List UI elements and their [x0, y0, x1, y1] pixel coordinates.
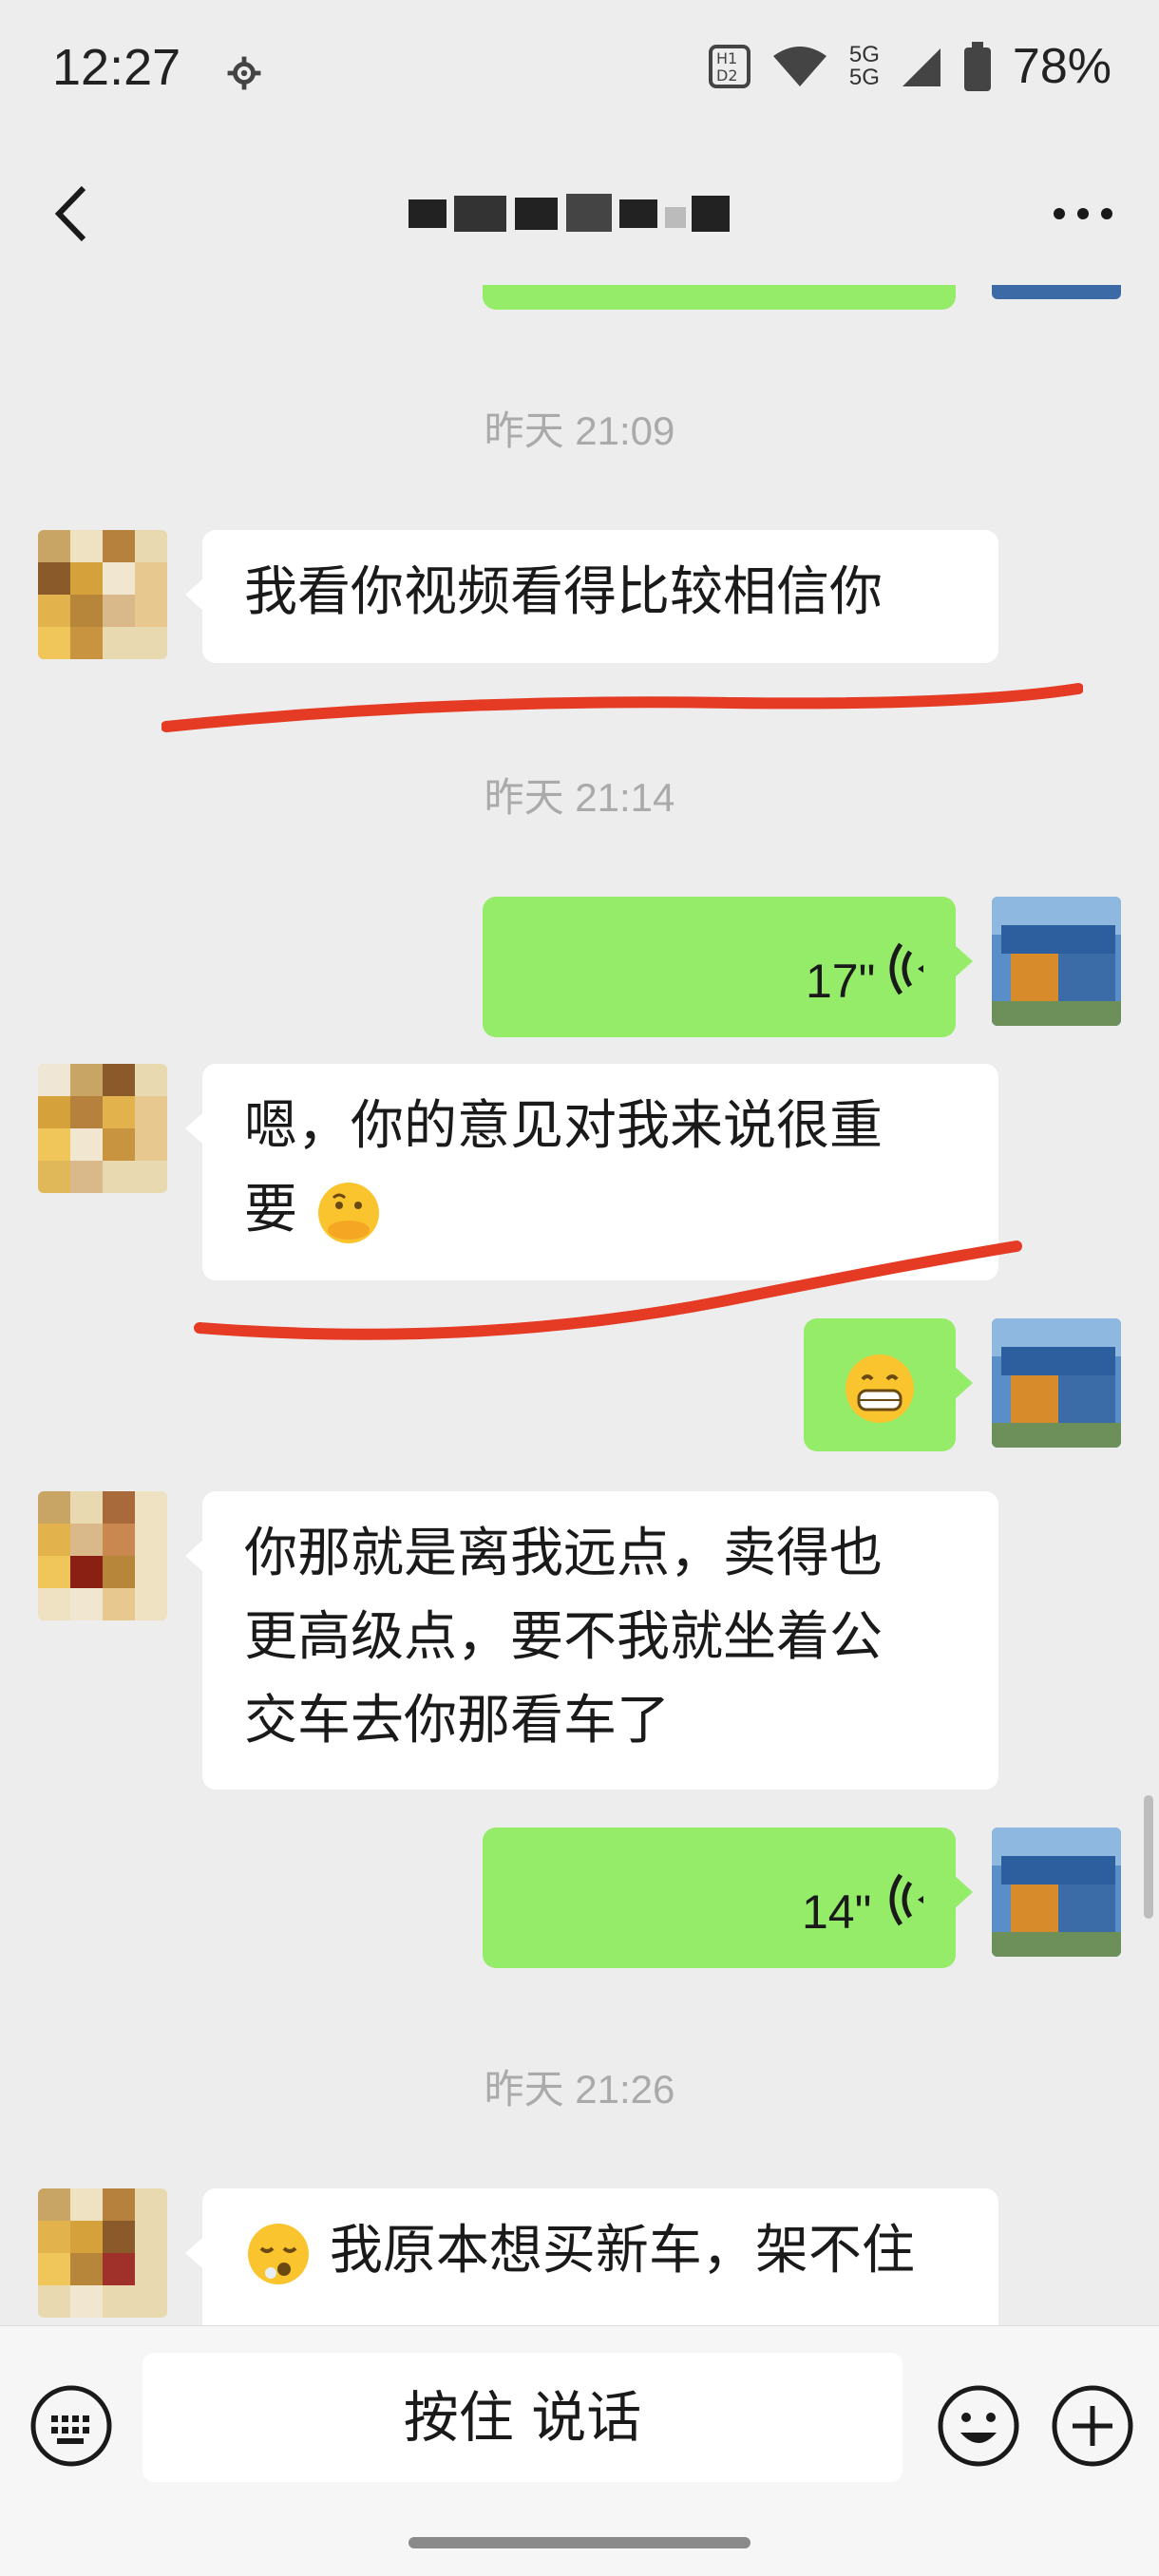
voice-wave-icon — [889, 942, 923, 995]
annotation-underline — [162, 683, 1083, 732]
voice-message-bubble[interactable]: 17" — [483, 897, 973, 1037]
svg-text:D2: D2 — [716, 66, 738, 85]
message-bubble-other[interactable]: 我原本想买新车，架不住 — [185, 2188, 998, 2325]
gear-icon — [227, 56, 261, 90]
avatar-self[interactable] — [992, 1318, 1121, 1448]
plus-icon[interactable] — [1050, 2383, 1135, 2469]
chevron-left-icon[interactable] — [48, 180, 95, 247]
more-dots-icon[interactable] — [1050, 199, 1116, 228]
voice-wave-icon — [889, 1873, 923, 1926]
status-time: 12:27 — [52, 39, 181, 96]
timestamp: 昨天 21:14 — [484, 775, 675, 820]
message-bubble-self[interactable] — [804, 1318, 973, 1451]
grinning-face-emoji-icon — [846, 1354, 914, 1423]
status-icons: H1 D2 5G 5G 78% — [708, 38, 1112, 95]
emoji-icon[interactable] — [936, 2383, 1021, 2469]
avatar-other[interactable] — [38, 2188, 167, 2318]
timestamp: 昨天 21:26 — [484, 2067, 675, 2112]
timestamp: 昨天 21:09 — [484, 408, 675, 453]
avatar-other[interactable] — [38, 530, 167, 659]
keyboard-icon[interactable] — [28, 2383, 114, 2469]
input-bar: 按住 说话 — [0, 2325, 1159, 2576]
battery-icon — [963, 42, 991, 91]
message-bubble-other[interactable]: 你那就是离我远点，卖得也 更高级点，要不我就坐着公 交车去你那看车了 — [185, 1491, 998, 1790]
title-obscured — [408, 194, 730, 232]
avatar-self[interactable] — [992, 897, 1121, 1026]
battery-percent: 78% — [1012, 39, 1112, 94]
voice-message-bubble[interactable]: 14" — [483, 1828, 973, 1968]
message-bubble-other[interactable]: 我看你视频看得比较相信你 — [185, 530, 998, 663]
avatar-self[interactable] — [992, 285, 1121, 299]
hd-icon: H1 D2 — [708, 45, 750, 88]
svg-text:H1: H1 — [716, 49, 737, 67]
network-label: 5G 5G — [848, 42, 880, 90]
voice-duration: 17" — [806, 955, 876, 1008]
scrollbar[interactable] — [1144, 1795, 1153, 1919]
message-bubble-self[interactable] — [483, 285, 956, 310]
signal-icon — [902, 48, 940, 86]
avatar-other[interactable] — [38, 1064, 167, 1193]
status-bar: 12:27 H1 D2 5G 5G 78% — [0, 0, 1159, 142]
avatar-self[interactable] — [992, 1828, 1121, 1957]
hold-to-talk-button[interactable]: 按住 说话 — [142, 2353, 902, 2482]
weary-face-emoji-icon — [248, 2223, 309, 2284]
home-indicator[interactable] — [408, 2537, 750, 2548]
voice-duration: 14" — [802, 1885, 872, 1939]
chat-area[interactable]: 昨天 21:09 我看你视频看得比较相信你 昨天 21:14 17" 嗯，你的意… — [0, 285, 1159, 2325]
avatar-other[interactable] — [38, 1491, 167, 1620]
wifi-icon — [772, 47, 826, 86]
